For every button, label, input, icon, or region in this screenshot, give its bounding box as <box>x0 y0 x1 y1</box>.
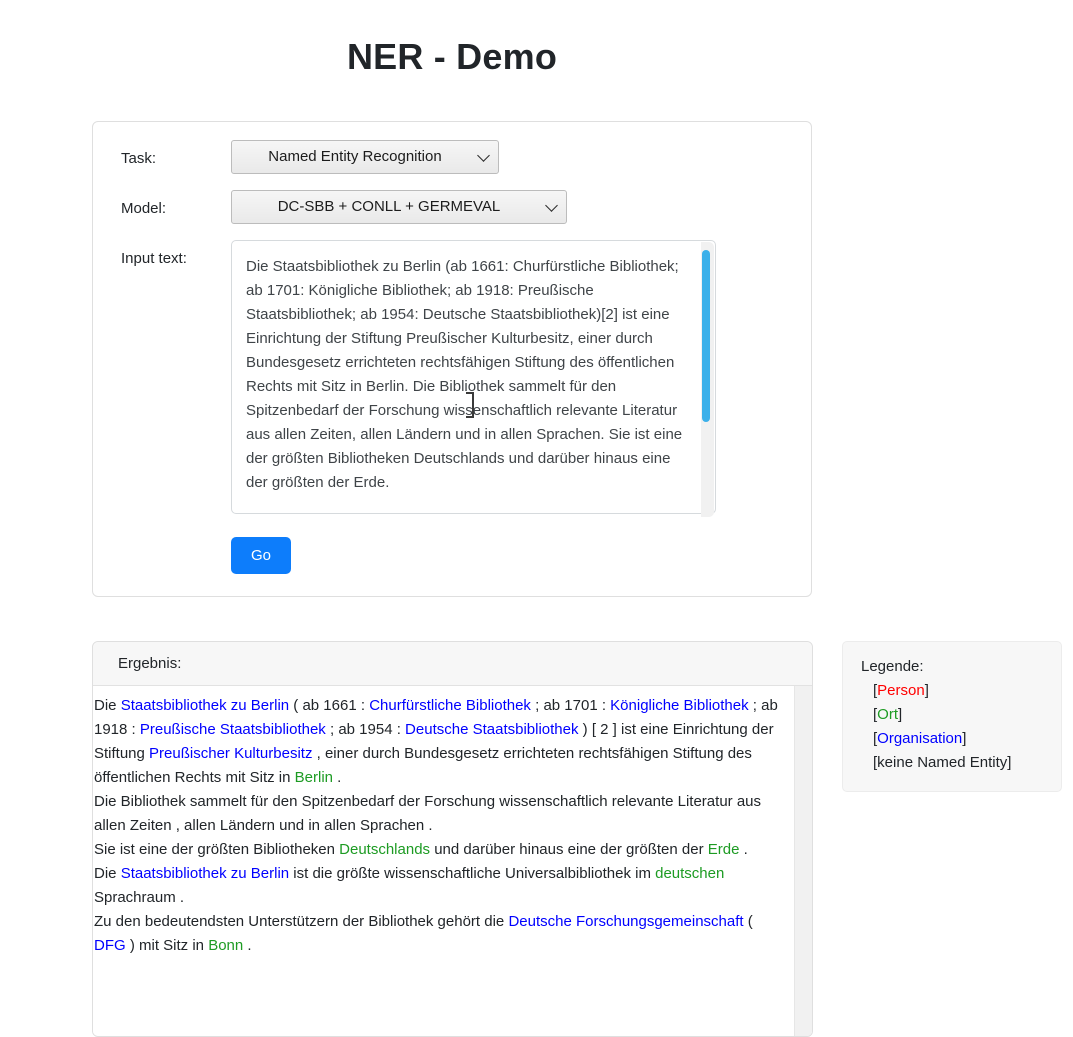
input-form-card: Task: Named Entity Recognition Model: DC… <box>92 121 812 597</box>
plain-text: ist die größte wissenschaftliche Univers… <box>289 865 656 882</box>
result-line: Die Staatsbibliothek zu Berlin ( ab 1661… <box>94 694 778 790</box>
entity-org: Preußischer Kulturbesitz <box>149 745 313 762</box>
plain-text: ) mit Sitz in <box>125 937 209 954</box>
legend-item-label: Person <box>877 682 925 699</box>
plain-text: und darüber hinaus eine der größten der <box>430 841 708 858</box>
result-line: Sie ist eine der größten Bibliotheken De… <box>94 838 778 862</box>
entity-org: Staatsbibliothek zu Berlin <box>120 697 290 714</box>
model-label: Model: <box>121 200 167 217</box>
input-text-field-row: Input text: Die Staatsbibliothek zu Berl… <box>121 240 787 519</box>
entity-org: Staatsbibliothek zu Berlin <box>120 865 290 882</box>
result-line: Die Bibliothek sammelt für den Spitzenbe… <box>94 790 778 838</box>
entity-org: Königliche Bibliothek <box>610 697 749 714</box>
plain-text: ; ab 1701 : <box>530 697 611 714</box>
legend-item-loc: [Ort] <box>861 703 1045 727</box>
legend-item-per: [Person] <box>861 679 1045 703</box>
plain-text: Zu den bedeutendsten Unterstützern der B… <box>94 913 509 930</box>
input-text-label: Input text: <box>121 250 187 267</box>
legend-bracket-close: ] <box>924 682 929 699</box>
entity-loc: Bonn <box>208 937 244 954</box>
task-field-row: Task: Named Entity Recognition <box>121 140 787 174</box>
input-text-textarea[interactable]: Die Staatsbibliothek zu Berlin (ab 1661:… <box>231 240 716 514</box>
input-text-wrapper: Die Staatsbibliothek zu Berlin (ab 1661:… <box>231 240 716 519</box>
entity-org: Deutsche Staatsbibliothek <box>405 721 579 738</box>
legend-bracket-close: ] <box>898 706 903 723</box>
page-title: NER - Demo <box>346 36 558 77</box>
legend-item-label: Organisation <box>877 730 963 747</box>
go-button[interactable]: Go <box>231 537 292 574</box>
legend-title: Legende: <box>861 658 924 675</box>
plain-text: ; ab 1954 : <box>325 721 406 738</box>
result-card: Ergebnis: Die Staatsbibliothek zu Berlin… <box>92 641 813 1037</box>
entity-org: Deutsche Forschungsgemeinschaft <box>508 913 744 930</box>
legend-item-label: keine Named Entity <box>877 754 1008 771</box>
entity-loc: Berlin <box>294 769 334 786</box>
plain-text: . <box>739 841 748 858</box>
entity-org: Preußische Staatsbibliothek <box>139 721 326 738</box>
model-field-row: Model: DC-SBB + CONLL + GERMEVAL <box>121 190 787 224</box>
annotated-result-text: Die Staatsbibliothek zu Berlin ( ab 1661… <box>93 686 796 966</box>
submit-spacer <box>121 537 231 574</box>
legend-item-label: Ort <box>877 706 899 723</box>
legend-bracket-close: ] <box>1007 754 1012 771</box>
plain-text: Die <box>94 697 121 714</box>
result-scrollbar-track[interactable] <box>794 686 812 1036</box>
legend-card: Legende: [Person] [Ort] [Organisation] [kei… <box>842 641 1062 792</box>
entity-loc: Erde <box>707 841 740 858</box>
result-header: Ergebnis: <box>93 642 812 686</box>
task-label: Task: <box>121 150 157 167</box>
entity-loc: deutschen <box>655 865 725 882</box>
plain-text: . <box>333 769 342 786</box>
legend-item-list: [Person] [Ort] [Organisation] [keine Named … <box>861 679 1045 775</box>
plain-text: Sprachraum . <box>94 889 185 906</box>
plain-text: ( <box>743 913 753 930</box>
result-body: Die Staatsbibliothek zu Berlin ( ab 1661… <box>93 686 812 1036</box>
entity-org: Churfürstliche Bibliothek <box>369 697 531 714</box>
model-select-wrapper[interactable]: DC-SBB + CONLL + GERMEVAL <box>231 190 567 224</box>
task-select-wrapper[interactable]: Named Entity Recognition <box>231 140 499 174</box>
entity-org: DFG <box>94 937 126 954</box>
plain-text: Sie ist eine der größten Bibliotheken <box>94 841 340 858</box>
task-select[interactable]: Named Entity Recognition <box>231 140 499 174</box>
plain-text: Die <box>94 865 121 882</box>
model-select[interactable]: DC-SBB + CONLL + GERMEVAL <box>231 190 567 224</box>
entity-loc: Deutschlands <box>339 841 431 858</box>
plain-text: ( ab 1661 : <box>289 697 370 714</box>
legend-bracket-close: ] <box>962 730 967 747</box>
plain-text: Die Bibliothek sammelt für den Spitzenbe… <box>94 793 762 834</box>
legend-item-org: [Organisation] <box>861 727 1045 751</box>
result-line: Zu den bedeutendsten Unterstützern der B… <box>94 910 778 958</box>
result-line: Die Staatsbibliothek zu Berlin ist die g… <box>94 862 778 910</box>
legend-item-none: [keine Named Entity] <box>861 751 1045 775</box>
plain-text: . <box>243 937 252 954</box>
submit-row: Go <box>121 537 787 574</box>
